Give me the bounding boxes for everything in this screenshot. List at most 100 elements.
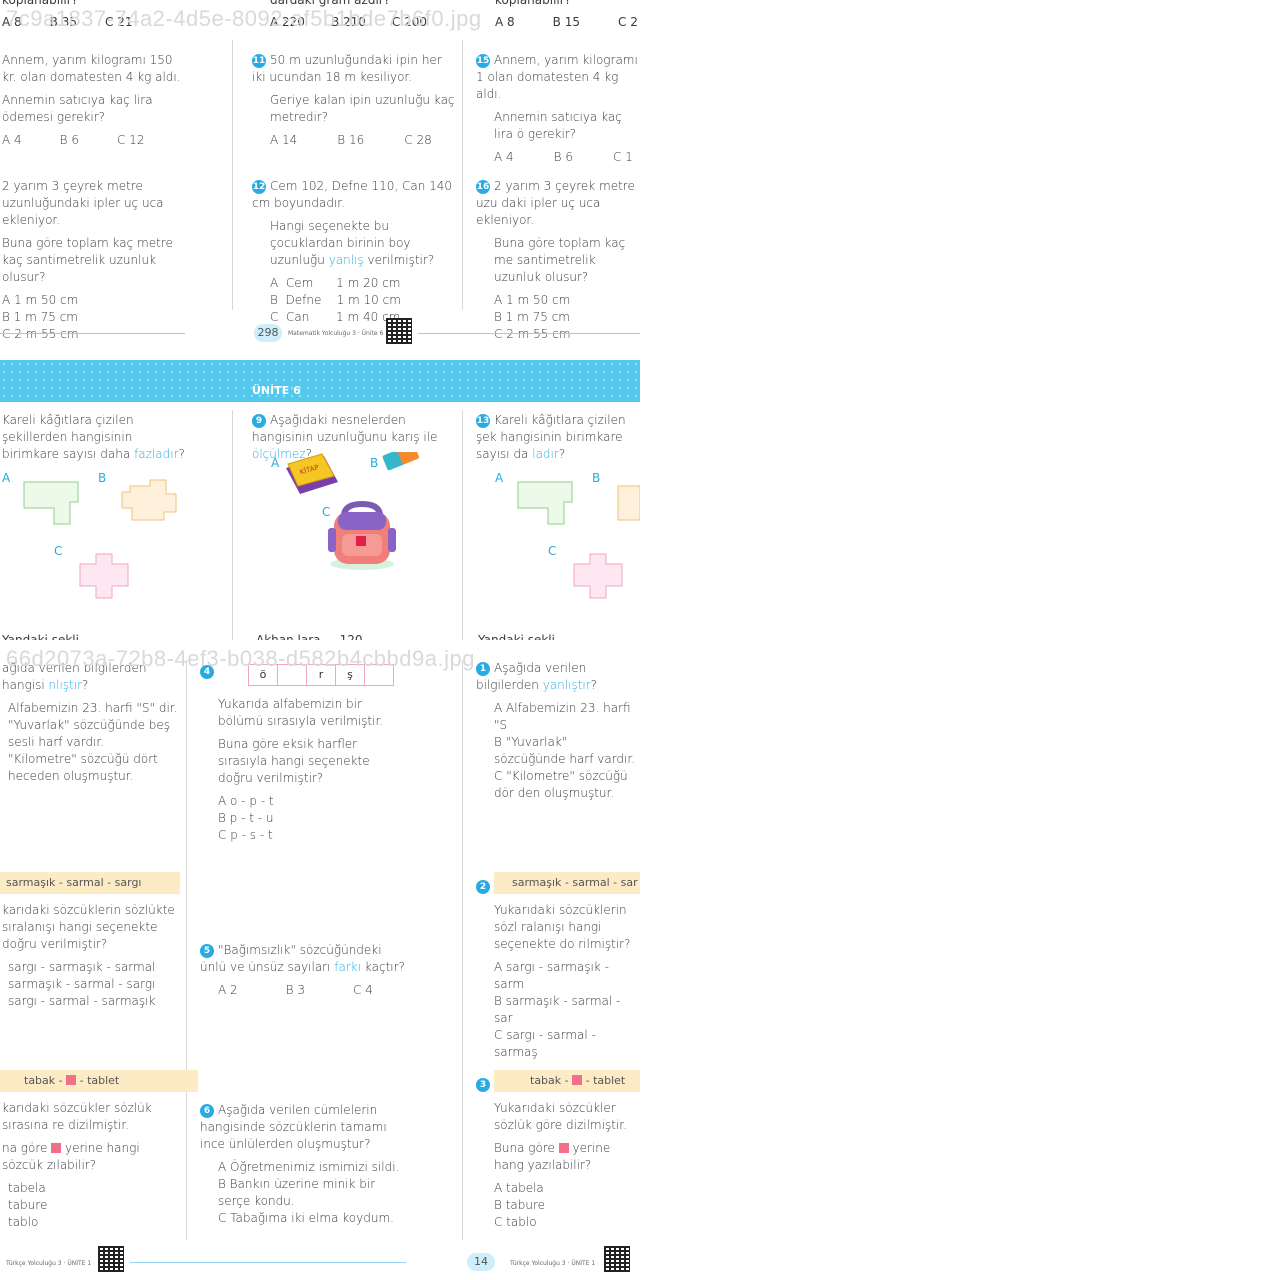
option-a[interactable]: A tabela bbox=[494, 1180, 640, 1197]
question-ask: Annemin satıcıya kaç lira ö gerekir? bbox=[494, 110, 622, 141]
question-6: 6 Aşağıda verilen cümlelerin hangisinde s… bbox=[200, 1102, 408, 1227]
answer-option[interactable]: C 2 bbox=[618, 14, 638, 31]
question-block: karıdaki sözcüklerin sözlükte sıralanışı… bbox=[2, 902, 178, 1010]
option-c[interactable]: C "Kilometre" sözcüğü dör den oluşmuştur… bbox=[476, 768, 640, 802]
column-divider bbox=[232, 40, 233, 310]
option-a[interactable]: A 1 m 50 cm bbox=[476, 292, 640, 309]
missing-word-square-icon bbox=[558, 1143, 569, 1153]
question-number: 1 bbox=[476, 662, 490, 676]
option-b[interactable]: B 1 m 75 cm bbox=[476, 309, 640, 326]
question-number: 15 bbox=[476, 54, 490, 68]
missing-word-square-icon bbox=[51, 1143, 62, 1153]
column-divider bbox=[462, 660, 463, 1240]
option-b[interactable]: B 3 bbox=[286, 982, 305, 999]
option-a[interactable]: tabela bbox=[2, 1180, 178, 1197]
question-number: 6 bbox=[200, 1104, 214, 1118]
option-c[interactable]: C Can 1 m 40 cm bbox=[252, 309, 456, 326]
option-b[interactable]: B p - t - u bbox=[218, 810, 408, 827]
option-c[interactable]: sargı - sarmal - sarmaşık bbox=[2, 993, 178, 1010]
question-12: 12 Cem 102, Defne 110, Can 140 cm boyunda… bbox=[252, 178, 456, 326]
option-b[interactable]: B 16 bbox=[337, 132, 364, 149]
question-number: 2 bbox=[476, 880, 490, 894]
footer-text: Matematik Yolculuğu 3 · Ünite 6 bbox=[288, 330, 384, 337]
option-a[interactable]: A o - p - t bbox=[218, 793, 408, 810]
worksheet-page-turkish: 66d2073a-72b8-4ef3-b038-d582b4cbbd9a.jpg… bbox=[0, 640, 640, 1280]
option-a[interactable]: A 14 bbox=[270, 132, 297, 149]
question-ask: Buna göre toplam kaç me santimetrelik uz… bbox=[494, 236, 626, 284]
option-a[interactable]: A 4 bbox=[494, 149, 514, 166]
option-b[interactable]: B "Yuvarlak" sözcüğünde harf vardır. bbox=[476, 734, 640, 768]
shape-b bbox=[121, 479, 177, 521]
option-b[interactable]: B 6 bbox=[554, 149, 573, 166]
question-ask: Yukarıdaki sözcüklerin sözl ralanışı han… bbox=[494, 903, 631, 951]
option-b[interactable]: tabure bbox=[2, 1197, 178, 1214]
qr-code-icon bbox=[386, 318, 412, 344]
options-row: A 14 B 16 C 28 bbox=[252, 132, 456, 149]
question-ask: karıdaki sözcüklerin sözlükte sıralanışı… bbox=[2, 903, 175, 951]
answer-option[interactable]: B 15 bbox=[553, 14, 580, 31]
qr-code-icon bbox=[98, 1246, 124, 1272]
word-box: sarmaşık - sarmal - sar bbox=[494, 872, 640, 894]
question-text: Cem 102, Defne 110, Can 140 cm boyundadı… bbox=[252, 179, 453, 210]
question-1: 1 Aşağıda verilen bilgilerden yanlıştır? … bbox=[476, 660, 640, 802]
option-a[interactable]: sargı - sarmaşık - sarmal bbox=[2, 959, 178, 976]
option-a[interactable]: A bbox=[2, 470, 10, 487]
option-c[interactable]: C Tabağıma iki elma koydum. bbox=[200, 1210, 408, 1227]
backpack-icon bbox=[328, 500, 396, 570]
filename-label-a: 7c9a1837-74a2-4d5e-8092-af5b1bde7b6f0.jp… bbox=[6, 6, 482, 31]
option-b[interactable]: B Bankın üzerine minik bir serçe kondu. bbox=[200, 1176, 408, 1210]
question-11: 11 50 m uzunluğundaki ipin her iki ucunda… bbox=[252, 52, 456, 149]
grid-shapes-figure bbox=[23, 479, 177, 599]
question-text: karıdaki sözcükler sözlük sırasına re di… bbox=[2, 1101, 152, 1132]
option-b[interactable]: B 6 bbox=[60, 132, 79, 149]
option-b[interactable]: sarmaşık - sarmal - sargı bbox=[2, 976, 178, 993]
answer-option[interactable]: A 8 bbox=[495, 14, 515, 31]
option-c[interactable]: C 12 bbox=[117, 132, 144, 149]
option-c[interactable]: C sargı - sarmal - sarmaş bbox=[494, 1027, 640, 1061]
question-16: 16 2 yarım 3 çeyrek metre uzu daki ipler … bbox=[476, 178, 640, 343]
option-b[interactable]: B tabure bbox=[494, 1197, 640, 1214]
footer-text: Türkçe Yolculuğu 3 · ÜNİTE 1 bbox=[6, 1260, 92, 1267]
option-a[interactable]: A 2 bbox=[218, 982, 238, 999]
option-a[interactable]: A Öğretmenimiz ismimizi sildi. bbox=[200, 1159, 408, 1176]
option-c[interactable]: "Kilometre" sözcüğü dört heceden oluşmuş… bbox=[2, 751, 178, 785]
shape-a bbox=[23, 481, 79, 525]
shape-b bbox=[617, 485, 640, 521]
option-b[interactable]: B 1 m 75 cm bbox=[2, 309, 186, 326]
question-body: Yukarıdaki sözcüklerin sözl ralanışı han… bbox=[494, 902, 640, 1061]
option-c[interactable]: C 2 m 55 cm bbox=[476, 326, 640, 343]
page-number: 14 bbox=[467, 1253, 495, 1271]
question-text: 2 yarım 3 çeyrek metre uzu daki ipler uç… bbox=[476, 179, 635, 227]
option-c[interactable]: C 1 bbox=[613, 149, 633, 166]
column-divider bbox=[232, 410, 233, 640]
option-c[interactable]: C p - s - t bbox=[218, 827, 408, 844]
question-body: Yukarıda alfabemizin bir bölümü sırasıyl… bbox=[218, 696, 408, 844]
option-b[interactable]: B Defne 1 m 10 cm bbox=[252, 292, 456, 309]
option-b[interactable]: "Yuvarlak" sözcüğünde beş sesli harf var… bbox=[2, 717, 178, 751]
qr-code-icon bbox=[604, 1246, 630, 1272]
cut-text: Yandaki şekli bbox=[2, 633, 79, 640]
question-number: 3 bbox=[476, 1078, 490, 1092]
option-c[interactable]: C 28 bbox=[404, 132, 431, 149]
option-a[interactable]: A Alfabemizin 23. harfi "S bbox=[476, 700, 640, 734]
option-a[interactable]: A bbox=[495, 470, 503, 487]
option-a[interactable]: A bbox=[271, 455, 279, 472]
answer-row: A 8 B 15 C 2 bbox=[495, 14, 640, 31]
cut-text: Yandaki şekli bbox=[478, 633, 555, 640]
cut-text: Akhan lara ... 120 bbox=[256, 633, 363, 640]
option-a[interactable]: A 1 m 50 cm bbox=[2, 292, 186, 309]
option-a[interactable]: A sargı - sarmaşık - sarm bbox=[494, 959, 640, 993]
question-body: Yukarıdaki sözcükler sözlük göre dizilmi… bbox=[494, 1100, 640, 1231]
option-a[interactable]: A Cem 1 m 20 cm bbox=[252, 275, 456, 292]
question-3: 3 bbox=[476, 1073, 494, 1092]
column-divider bbox=[186, 660, 187, 1240]
shape-c bbox=[79, 553, 129, 599]
option-c[interactable]: C tablo bbox=[494, 1214, 640, 1231]
option-b[interactable]: B sarmaşık - sarmal - sar bbox=[494, 993, 640, 1027]
option-c[interactable]: C 4 bbox=[353, 982, 373, 999]
option-a[interactable]: A 4 bbox=[2, 132, 22, 149]
option-a[interactable]: Alfabemizin 23. harfi "S" dir. bbox=[2, 700, 178, 717]
option-c[interactable]: C 2 m 55 cm bbox=[2, 326, 186, 343]
footer-rule bbox=[418, 333, 640, 334]
option-c[interactable]: tablo bbox=[2, 1214, 178, 1231]
